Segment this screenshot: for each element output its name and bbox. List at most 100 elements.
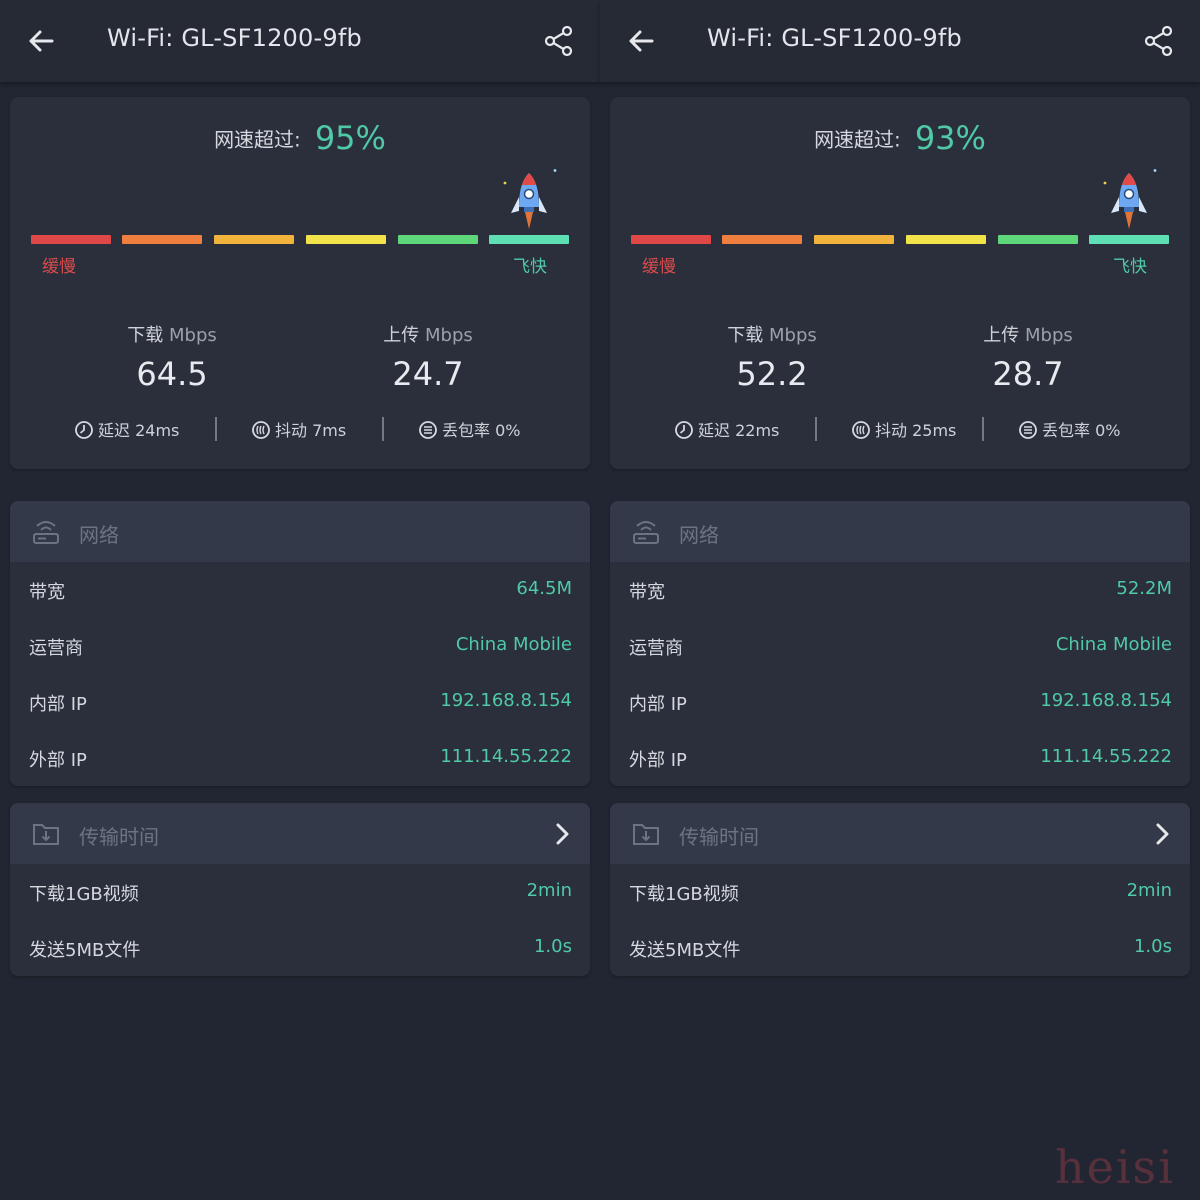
speed-scale-segment-3 [214, 235, 294, 244]
network-header: 网络 [610, 501, 1190, 562]
rocket-icon [503, 169, 557, 229]
row-label: 发送5MB文件 [629, 940, 741, 961]
upload-unit: Mbps [424, 325, 473, 346]
stat-divider [215, 417, 217, 441]
jitter-stat: 抖动 7ms [251, 417, 346, 441]
row-value: 192.168.8.154 [1040, 690, 1172, 711]
transfer-row-video: 下载1GB视频 2min [10, 866, 590, 922]
upload-heading: 上传 Mbps [328, 321, 528, 347]
percentile-label: 网速超过: [214, 127, 301, 152]
back-arrow-icon[interactable] [622, 22, 660, 60]
speed-scale-segment-4 [906, 235, 986, 244]
share-icon[interactable] [1140, 22, 1178, 60]
rocket-icon [1103, 169, 1157, 229]
network-row-carrier: 运营商 China Mobile [10, 620, 590, 676]
speed-result-card: 网速超过: 95% 缓慢 飞快 下载 Mbps 64.5 上传 Mbps 24.7 [10, 97, 590, 469]
network-row-bandwidth: 带宽 64.5M [10, 564, 590, 620]
speed-scale-segment-4 [306, 235, 386, 244]
jitter-label: 抖动 [275, 421, 308, 440]
row-value: 1.0s [533, 936, 572, 957]
network-row-internal-ip: 内部 IP 192.168.8.154 [610, 676, 1190, 732]
jitter-stat: 抖动 25ms [851, 417, 956, 441]
packet-loss-icon [1019, 421, 1037, 439]
row-label: 下载1GB视频 [629, 884, 739, 905]
latency-label: 延迟 [698, 421, 731, 440]
latency-value: 24ms [135, 421, 180, 440]
network-title: 网络 [679, 523, 719, 547]
upload-value: 24.7 [392, 355, 464, 393]
top-app-bar: Wi-Fi: GL-SF1200-9fb [0, 0, 600, 82]
scale-fast-label: 飞快 [1113, 257, 1147, 277]
packet-loss-icon [419, 421, 437, 439]
network-header: 网络 [10, 501, 590, 562]
stat-divider [982, 417, 984, 441]
download-label: 下载 [727, 325, 764, 346]
jitter-icon [852, 421, 870, 439]
network-row-bandwidth: 带宽 52.2M [610, 564, 1190, 620]
scale-fast-label: 飞快 [513, 257, 547, 277]
download-metric: 下载 Mbps 64.5 [72, 321, 272, 393]
chevron-right-icon[interactable] [550, 821, 574, 847]
row-label: 带宽 [29, 582, 65, 603]
transfer-time-header[interactable]: 传输时间 [610, 803, 1190, 864]
speed-scale-segment-2 [722, 235, 802, 244]
jitter-icon [252, 421, 270, 439]
speed-scale-segment-1 [31, 235, 111, 244]
speed-scale-segment-3 [814, 235, 894, 244]
row-value: 2min [526, 880, 572, 901]
packet-loss-label: 丢包率 [442, 421, 491, 440]
transfer-row-file: 发送5MB文件 1.0s [10, 922, 590, 978]
row-value: 1.0s [1133, 936, 1172, 957]
network-card: 网络 带宽 64.5M 运营商 China Mobile 内部 IP 192.1… [10, 501, 590, 786]
chevron-right-icon[interactable] [1150, 821, 1174, 847]
upload-metric: 上传 Mbps 28.7 [928, 321, 1128, 393]
packet-loss-value: 0% [495, 421, 521, 440]
jitter-label: 抖动 [875, 421, 908, 440]
network-row-internal-ip: 内部 IP 192.168.8.154 [10, 676, 590, 732]
transfer-row-file: 发送5MB文件 1.0s [610, 922, 1190, 978]
share-icon[interactable] [540, 22, 578, 60]
speed-scale-segment-6 [489, 235, 569, 244]
row-value: 52.2M [1116, 578, 1172, 599]
upload-unit: Mbps [1024, 325, 1073, 346]
scale-slow-label: 缓慢 [42, 257, 76, 277]
back-arrow-icon[interactable] [22, 22, 60, 60]
router-icon [33, 521, 59, 544]
speed-test-pane-left: Wi-Fi: GL-SF1200-9fb 网速超过: 95% 缓慢 飞快 下载 … [0, 0, 600, 1200]
speed-scale-segment-5 [998, 235, 1078, 244]
folder-download-icon [33, 824, 59, 845]
latency-value: 22ms [735, 421, 780, 440]
latency-stat: 延迟 22ms [674, 417, 779, 441]
row-label: 内部 IP [629, 694, 687, 715]
download-heading: 下载 Mbps [72, 321, 272, 347]
page-title: Wi-Fi: GL-SF1200-9fb [107, 24, 362, 52]
percentile-value: 93% [914, 119, 986, 157]
latency-icon [675, 421, 693, 439]
row-label: 内部 IP [29, 694, 87, 715]
network-row-carrier: 运营商 China Mobile [610, 620, 1190, 676]
scale-slow-label: 缓慢 [642, 257, 676, 277]
row-value: 2min [1126, 880, 1172, 901]
watermark-text: heisi [1055, 1140, 1175, 1194]
row-label: 外部 IP [29, 750, 87, 771]
row-label: 运营商 [629, 638, 683, 659]
transfer-time-header[interactable]: 传输时间 [10, 803, 590, 864]
download-unit: Mbps [768, 325, 817, 346]
percentile-value: 95% [314, 119, 386, 157]
row-label: 下载1GB视频 [29, 884, 139, 905]
stat-divider [815, 417, 817, 441]
latency-icon [75, 421, 93, 439]
download-value: 52.2 [736, 355, 808, 393]
download-label: 下载 [127, 325, 164, 346]
download-heading: 下载 Mbps [672, 321, 872, 347]
download-unit: Mbps [168, 325, 217, 346]
page-title: Wi-Fi: GL-SF1200-9fb [707, 24, 962, 52]
speed-scale-segment-1 [631, 235, 711, 244]
network-row-external-ip: 外部 IP 111.14.55.222 [610, 732, 1190, 788]
upload-value: 28.7 [992, 355, 1064, 393]
folder-download-icon [633, 824, 659, 845]
speed-scale-segment-5 [398, 235, 478, 244]
download-metric: 下载 Mbps 52.2 [672, 321, 872, 393]
row-value: 111.14.55.222 [440, 746, 572, 767]
packet-loss-stat: 丢包率 0% [1018, 417, 1121, 441]
